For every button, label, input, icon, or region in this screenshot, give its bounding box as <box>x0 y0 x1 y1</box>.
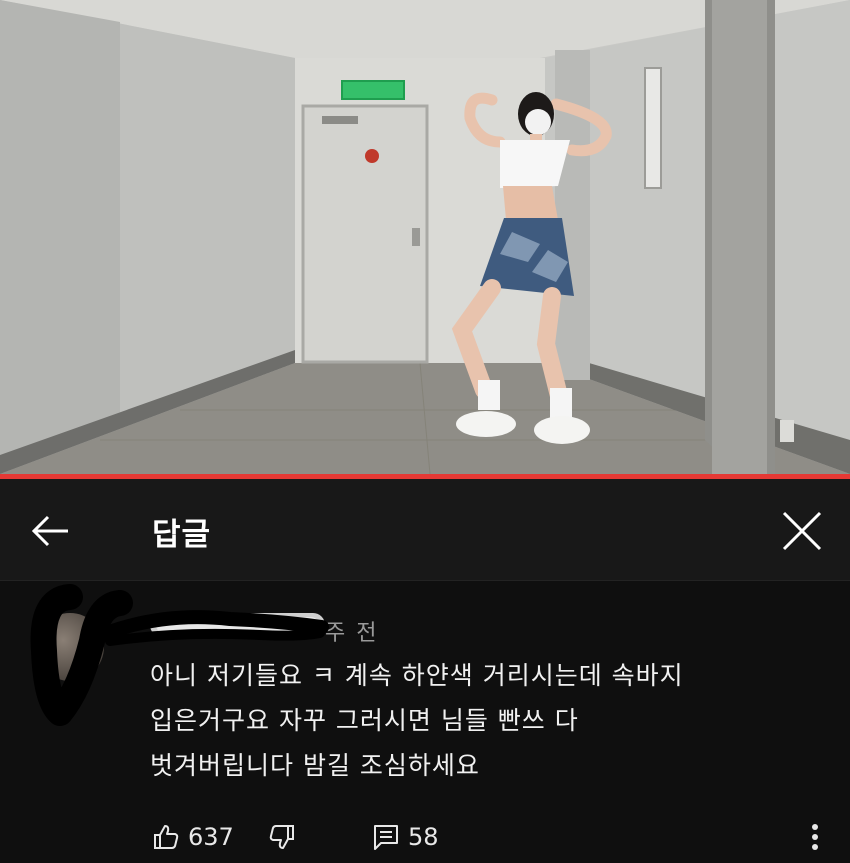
video-frame-image <box>0 0 850 474</box>
reply-count: 58 <box>408 823 439 851</box>
comment-text-line: 입은거구요 자꾸 그러시면 님들 빤쓰 다 <box>150 706 579 735</box>
more-vertical-icon <box>812 824 818 850</box>
like-button[interactable]: 637 <box>152 821 234 853</box>
close-button[interactable] <box>776 505 828 557</box>
page-title: 답글 <box>152 517 212 553</box>
avatar[interactable] <box>36 613 104 681</box>
arrow-left-icon <box>31 515 68 547</box>
comment-icon <box>374 825 398 850</box>
video-player[interactable] <box>0 0 850 474</box>
comment-text-line: 벗겨버립니다 밤길 조심하세요 <box>150 751 480 780</box>
thumbs-down-icon <box>269 825 294 849</box>
close-icon <box>782 511 822 551</box>
like-count: 637 <box>188 823 234 851</box>
dislike-button[interactable] <box>268 821 296 853</box>
username-redaction <box>150 613 325 637</box>
comment-text-line: 아니 저기들요 ㅋ 계속 하얀색 거리시는데 속바지 <box>150 661 684 690</box>
thumbs-up-icon <box>154 825 179 849</box>
back-button[interactable] <box>22 509 78 553</box>
replies-header: 답글 <box>0 479 850 581</box>
comment-text: 아니 저기들요 ㅋ 계속 하얀색 거리시는데 속바지 입은거구요 자꾸 그러시면… <box>150 653 810 788</box>
comment-timestamp: 주 전 <box>325 621 379 646</box>
reply-button[interactable]: 58 <box>372 821 439 853</box>
comment-item: 주 전 아니 저기들요 ㅋ 계속 하얀색 거리시는데 속바지 입은거구요 자꾸 … <box>0 581 850 863</box>
more-options-button[interactable] <box>800 821 830 853</box>
